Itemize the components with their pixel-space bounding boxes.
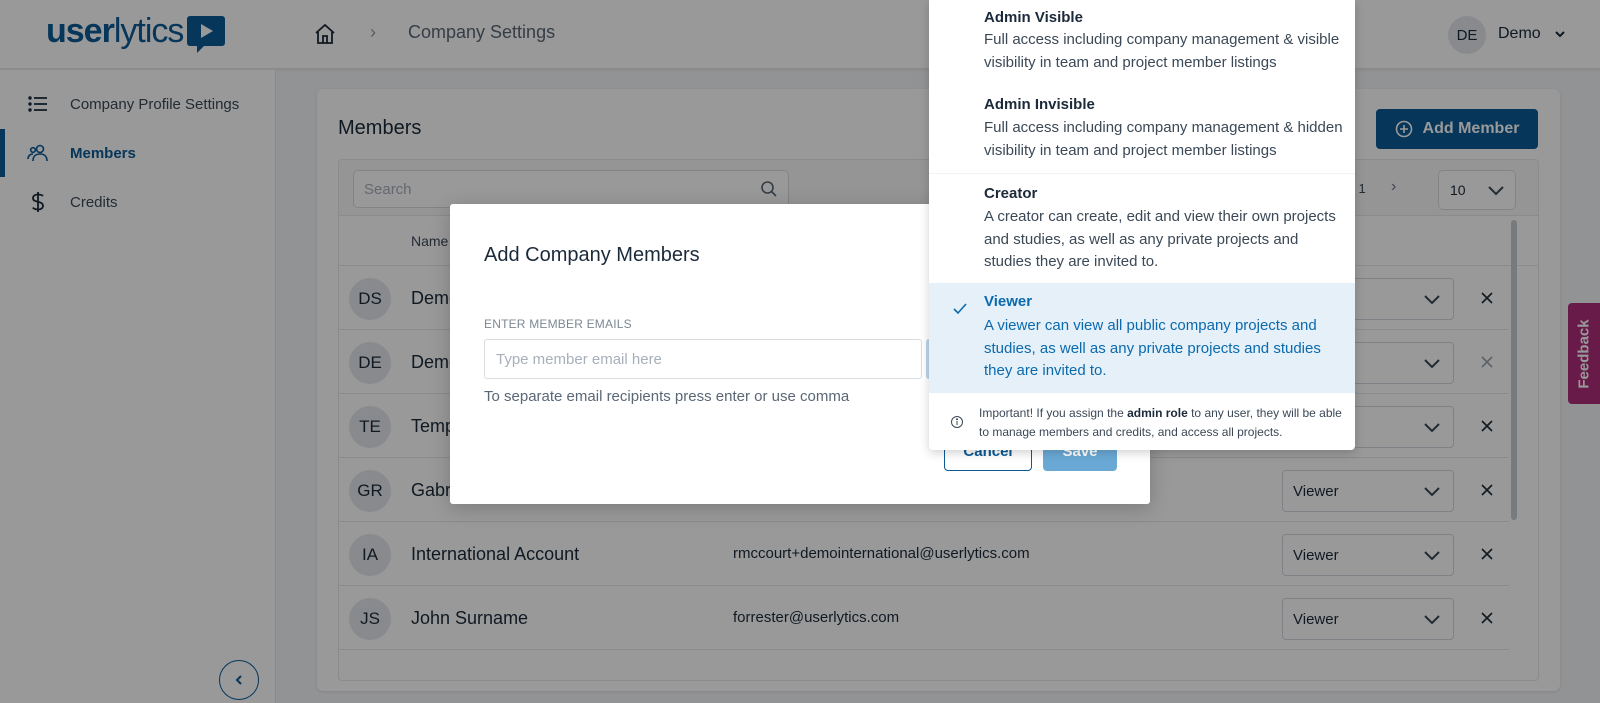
role-option-title: Creator [984, 185, 1038, 202]
role-option-description: Full access including company management… [984, 119, 1343, 159]
role-option-creator[interactable]: Creator A creator can create, edit and v… [929, 174, 1355, 283]
role-option-title: Admin Visible [984, 9, 1083, 26]
check-icon [953, 303, 967, 315]
admin-role-note: Important! If you assign the admin role … [929, 393, 1355, 450]
role-dropdown-menu: Admin Visible Full access including comp… [929, 0, 1355, 450]
role-option-admin-visible[interactable]: Admin Visible Full access including comp… [929, 0, 1355, 86]
member-email-input[interactable] [484, 339, 922, 379]
email-field-label: ENTER MEMBER EMAILS [484, 317, 632, 331]
role-option-title: Viewer [984, 293, 1033, 310]
role-option-title: Admin Invisible [984, 96, 1095, 113]
role-option-description: A viewer can view all public company pro… [984, 317, 1321, 379]
role-option-viewer[interactable]: Viewer A viewer can view all public comp… [929, 283, 1355, 393]
role-option-admin-invisible[interactable]: Admin Invisible Full access including co… [929, 86, 1355, 174]
email-helper-text: To separate email recipients press enter… [484, 388, 850, 405]
role-option-description: Full access including company management… [984, 31, 1340, 71]
admin-role-note-text: Important! If you assign the admin role … [979, 406, 1342, 439]
role-option-description: A creator can create, edit and view thei… [984, 208, 1336, 270]
modal-title: Add Company Members [484, 244, 700, 266]
info-icon [951, 416, 963, 428]
